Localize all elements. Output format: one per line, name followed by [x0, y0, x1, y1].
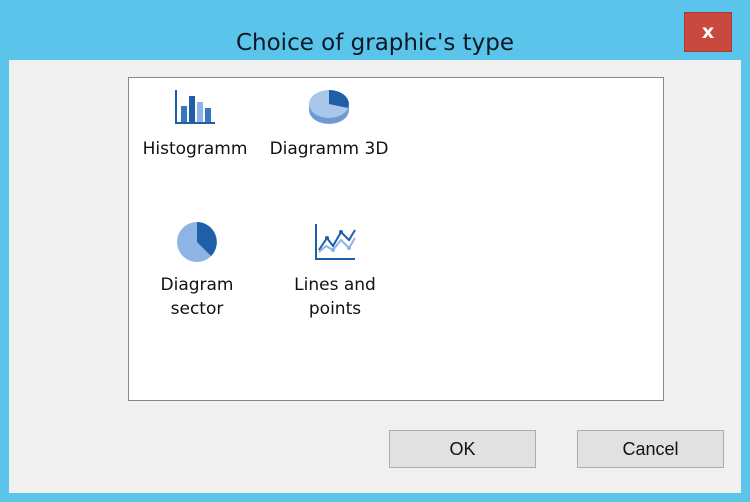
chart-type-label-line2: points: [308, 299, 362, 319]
dialog-window: Choice of graphic's type x Histogramm Di…: [0, 0, 750, 502]
line-chart-icon: [315, 224, 356, 260]
chart-type-line[interactable]: Lines and points: [269, 220, 401, 330]
chart-type-pie-3d[interactable]: Diagramm 3D: [263, 86, 395, 166]
chart-type-label-line2: sector: [170, 299, 224, 319]
chart-type-label: Histogramm: [142, 139, 248, 159]
chart-type-label-line1: Lines and: [294, 275, 376, 295]
pie-3d-icon: [309, 90, 349, 124]
chart-type-pie[interactable]: Diagram sector: [131, 220, 263, 330]
histogram-icon: [175, 90, 215, 124]
pie-chart-icon: [177, 222, 217, 262]
title-bar[interactable]: Choice of graphic's type x: [0, 0, 750, 60]
dialog-title: Choice of graphic's type: [235, 30, 515, 56]
cancel-button[interactable]: Cancel: [577, 430, 724, 468]
close-button[interactable]: x: [684, 12, 732, 52]
chart-type-label-line1: Diagram: [160, 275, 234, 295]
chart-type-histogram[interactable]: Histogramm: [129, 86, 261, 166]
dialog-client-area: Histogramm Diagramm 3D Diagram sector Li…: [9, 60, 741, 493]
chart-type-label: Diagramm 3D: [269, 139, 389, 159]
ok-button[interactable]: OK: [389, 430, 536, 468]
close-icon: x: [701, 21, 715, 43]
chart-type-list[interactable]: Histogramm Diagramm 3D Diagram sector Li…: [128, 77, 664, 401]
